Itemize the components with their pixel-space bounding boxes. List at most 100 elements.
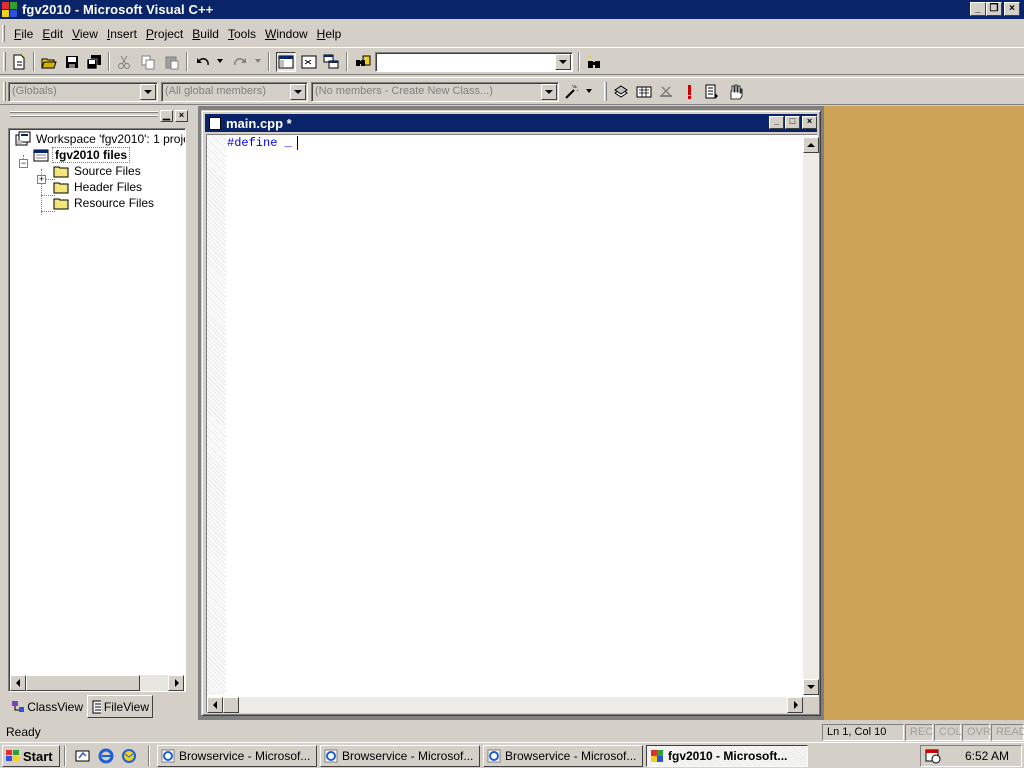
stop-build-button[interactable] xyxy=(656,82,676,102)
close-button[interactable]: × xyxy=(1004,2,1020,16)
internet-explorer-button[interactable] xyxy=(96,746,116,766)
outlook-express-button[interactable] xyxy=(119,746,139,766)
editor-close-button[interactable]: × xyxy=(802,116,817,129)
tree-item-resource-files[interactable]: Resource Files xyxy=(53,195,156,211)
scroll-thumb[interactable] xyxy=(26,675,140,691)
scroll-up-button[interactable] xyxy=(803,137,819,153)
menu-window[interactable]: Window xyxy=(261,27,313,41)
expand-icon[interactable]: + xyxy=(37,175,46,184)
menu-help[interactable]: Help xyxy=(313,27,347,41)
members-combo-dropdown-icon[interactable] xyxy=(541,84,557,100)
menu-edit[interactable]: Edit xyxy=(38,27,68,41)
toolbar-grip[interactable] xyxy=(3,52,6,71)
taskbar-item-browservice-3[interactable]: Browservice - Microsof... xyxy=(483,745,643,767)
maximize-icon: ▁ xyxy=(163,110,170,120)
editor-minimize-button[interactable]: _ xyxy=(769,116,784,129)
tree-item-workspace[interactable]: Workspace 'fgv2010': 1 project xyxy=(15,131,185,147)
open-button[interactable] xyxy=(39,52,59,72)
editor-title-bar[interactable]: main.cpp * _ □ × xyxy=(205,114,817,132)
new-text-file-button[interactable] xyxy=(9,52,29,72)
show-desktop-button[interactable] xyxy=(73,746,93,766)
toolbar-grip[interactable] xyxy=(604,82,607,101)
save-all-button[interactable] xyxy=(84,52,104,72)
editor-horizontal-scrollbar[interactable] xyxy=(207,697,803,713)
menu-project[interactable]: Project xyxy=(142,27,188,41)
find-in-files-button[interactable] xyxy=(353,52,373,72)
redo-dropdown-icon[interactable] xyxy=(255,59,261,63)
workspace-maximize-button[interactable]: ▁ xyxy=(160,110,173,122)
copy-button[interactable] xyxy=(138,52,158,72)
members-combo[interactable]: (No members - Create New Class...) xyxy=(311,82,559,102)
compile-button[interactable] xyxy=(611,82,631,102)
undo-button[interactable] xyxy=(193,52,213,72)
tab-classview[interactable]: ClassView xyxy=(8,696,86,718)
scroll-thumb[interactable] xyxy=(223,697,239,713)
find-combo-dropdown-icon[interactable] xyxy=(555,54,571,70)
scroll-down-button[interactable] xyxy=(803,679,819,695)
filter-combo[interactable]: (All global members) xyxy=(161,82,308,102)
tree-item-project[interactable]: fgv2010 files xyxy=(33,147,131,163)
paste-button[interactable] xyxy=(162,52,182,72)
menu-view[interactable]: View xyxy=(68,27,103,41)
execute-button[interactable] xyxy=(679,82,699,102)
window-list-button[interactable] xyxy=(321,52,341,72)
save-icon xyxy=(66,56,78,68)
selection-margin[interactable] xyxy=(207,135,226,695)
editor-vertical-scrollbar[interactable] xyxy=(803,137,819,695)
editor-maximize-button[interactable]: □ xyxy=(785,116,800,129)
menu-build[interactable]: Build xyxy=(188,27,224,41)
scroll-left-button[interactable] xyxy=(207,697,223,713)
wizard-action-button[interactable] xyxy=(561,82,581,102)
output-toggle-button[interactable] xyxy=(299,52,319,72)
scheduler-tray-icon[interactable] xyxy=(925,748,941,764)
class-combo-dropdown-icon[interactable] xyxy=(140,84,156,100)
close-icon: × xyxy=(806,116,813,126)
collapse-icon[interactable]: − xyxy=(19,159,28,168)
find-combo[interactable] xyxy=(375,52,573,72)
filter-combo-dropdown-icon[interactable] xyxy=(290,84,306,100)
undo-dropdown-icon[interactable] xyxy=(217,59,223,63)
status-line-col: Ln 1, Col 10 xyxy=(822,724,904,741)
workspace-close-button[interactable]: × xyxy=(175,110,188,122)
workspace-grip[interactable] xyxy=(10,111,158,121)
cut-button[interactable] xyxy=(114,52,134,72)
tree-item-source-files[interactable]: Source Files xyxy=(53,163,143,179)
scroll-right-button[interactable] xyxy=(787,697,803,713)
status-text: Ready xyxy=(6,725,41,739)
go-button[interactable] xyxy=(701,82,721,102)
file-tree[interactable]: Workspace 'fgv2010': 1 project − fgv2010… xyxy=(8,128,186,692)
wizard-action-dropdown-icon[interactable] xyxy=(586,89,592,93)
save-button[interactable] xyxy=(62,52,82,72)
menu-file[interactable]: File xyxy=(10,27,38,41)
find-button[interactable] xyxy=(584,52,604,72)
scissors-icon xyxy=(118,55,130,69)
code-editor[interactable]: #define _ xyxy=(206,134,819,713)
menu-tools[interactable]: Tools xyxy=(224,27,261,41)
minimize-icon: _ xyxy=(975,3,981,14)
status-rec: REC xyxy=(905,724,933,741)
start-button[interactable]: Start xyxy=(2,745,60,767)
toolbar-grip[interactable] xyxy=(3,82,6,101)
menubar-grip[interactable] xyxy=(2,25,5,42)
editor-window[interactable]: main.cpp * _ □ × #define _ xyxy=(201,110,821,716)
redo-button[interactable] xyxy=(230,52,250,72)
tab-fileview[interactable]: FileView xyxy=(87,695,153,718)
tree-item-header-files[interactable]: Header Files xyxy=(53,179,144,195)
folder-icon xyxy=(53,182,69,194)
taskbar-item-browservice-2[interactable]: Browservice - Microsof... xyxy=(320,745,480,767)
taskbar-item-browservice-1[interactable]: Browservice - Microsof... xyxy=(157,745,317,767)
size-grip[interactable] xyxy=(803,697,819,713)
workspace-toggle-button[interactable] xyxy=(276,52,296,72)
build-button[interactable] xyxy=(634,82,654,102)
restore-button[interactable]: ❐ xyxy=(986,2,1002,16)
clock[interactable]: 6:52 AM xyxy=(965,749,1009,763)
scroll-right-button[interactable] xyxy=(168,675,184,691)
taskbar-item-fgv2010[interactable]: fgv2010 - Microsoft... xyxy=(646,745,808,767)
scroll-left-button[interactable] xyxy=(10,675,26,691)
workspace-horizontal-scrollbar[interactable] xyxy=(10,675,184,691)
menu-insert[interactable]: Insert xyxy=(103,27,142,41)
class-combo[interactable]: (Globals) xyxy=(8,82,158,102)
breakpoint-button[interactable] xyxy=(725,82,745,102)
minimize-button[interactable]: _ xyxy=(970,2,986,16)
title-bar[interactable]: fgv2010 - Microsoft Visual C++ _ ❐ × xyxy=(0,0,1024,19)
